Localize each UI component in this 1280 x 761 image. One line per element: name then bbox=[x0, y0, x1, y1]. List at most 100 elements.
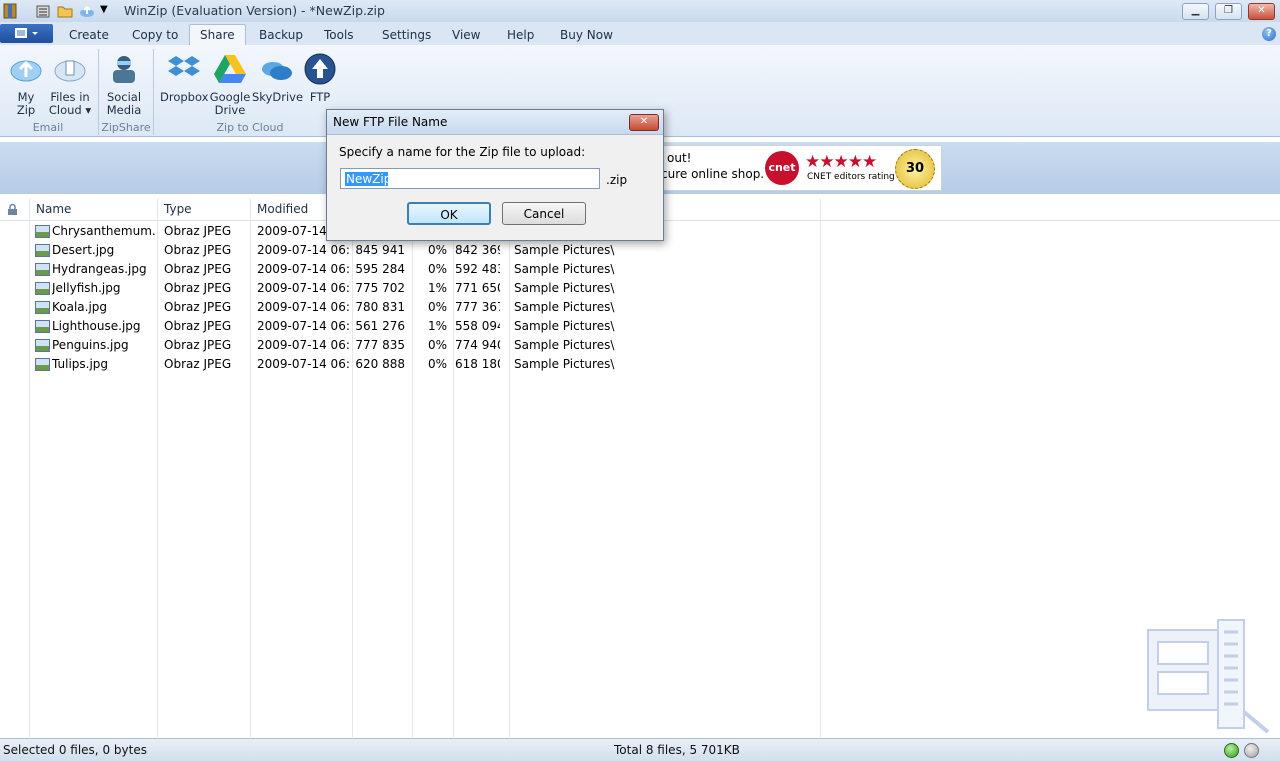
skydrive-icon bbox=[262, 62, 292, 80]
rating-stars-icon: ★★★★★ bbox=[805, 152, 877, 172]
tab-settings[interactable]: Settings bbox=[382, 28, 431, 42]
tab-backup[interactable]: Backup bbox=[259, 28, 303, 42]
advertisement[interactable]: out! cure online shop. cnet ★★★★★ CNET e… bbox=[640, 145, 942, 191]
group-label-email: Email bbox=[32, 121, 64, 134]
google-drive-label-2: Drive bbox=[214, 103, 246, 117]
window-title: WinZip (Evaluation Version) - *NewZip.zi… bbox=[124, 3, 385, 18]
tab-share[interactable]: Share bbox=[189, 24, 246, 47]
cell-packed: 777 367 bbox=[455, 300, 500, 314]
jpeg-file-icon bbox=[35, 320, 50, 333]
cell-type: Obraz JPEG bbox=[164, 224, 232, 238]
cell-ratio: 0% bbox=[427, 357, 447, 371]
cell-path: Sample Pictures\ bbox=[514, 243, 615, 257]
cell-type: Obraz JPEG bbox=[164, 338, 232, 352]
cell-modified: 2009-07-14 06:52 bbox=[257, 319, 349, 333]
dialog-close-button[interactable]: ✕ bbox=[629, 114, 659, 131]
tab-help[interactable]: Help bbox=[507, 28, 534, 42]
cell-name: Koala.jpg bbox=[52, 300, 108, 314]
cell-name: Lighthouse.jpg bbox=[52, 319, 141, 333]
table-row[interactable]: Jellyfish.jpg Obraz JPEG 2009-07-14 06:52 7… bbox=[0, 279, 820, 298]
cell-modified: 2009-07-14 06:52 bbox=[257, 338, 349, 352]
table-row[interactable]: Desert.jpg Obraz JPEG 2009-07-14 06:52 845 … bbox=[0, 241, 820, 260]
cell-path: Sample Pictures\ bbox=[514, 319, 615, 333]
cell-modified: 2009-07-14 06:52 bbox=[257, 357, 349, 371]
jpeg-file-icon bbox=[35, 282, 50, 295]
column-header-modified[interactable]: Modified bbox=[257, 202, 308, 216]
tab-view[interactable]: View bbox=[452, 28, 480, 42]
ftp-button[interactable]: FTP bbox=[302, 53, 338, 104]
jpeg-file-icon bbox=[35, 301, 50, 314]
jpeg-file-icon bbox=[35, 225, 50, 238]
cell-path: Sample Pictures\ bbox=[514, 338, 615, 352]
cell-size: 561 276 bbox=[355, 319, 405, 333]
file-name-selection: NewZip bbox=[345, 172, 391, 186]
table-row[interactable]: Penguins.jpg Obraz JPEG 2009-07-14 06:52 77… bbox=[0, 336, 820, 355]
title-bar: ▼ WinZip (Evaluation Version) - *NewZip.… bbox=[0, 0, 1280, 23]
social-media-icon bbox=[113, 56, 135, 83]
table-row[interactable]: Tulips.jpg Obraz JPEG 2009-07-14 06:52 620 … bbox=[0, 355, 820, 374]
ftp-label: FTP bbox=[309, 90, 331, 104]
files-in-cloud-button[interactable]: Files in Cloud ▾ bbox=[48, 53, 92, 117]
cell-packed: 618 180 bbox=[455, 357, 500, 371]
cell-ratio: 0% bbox=[427, 338, 447, 352]
jpeg-file-icon bbox=[35, 358, 50, 371]
group-separator bbox=[98, 49, 99, 135]
cell-name: Chrysanthemum.... bbox=[52, 224, 156, 238]
jpeg-file-icon bbox=[35, 244, 50, 257]
my-zip-button[interactable]: My Zip bbox=[8, 53, 44, 117]
cloud-files-icon bbox=[54, 60, 86, 82]
cell-path: Sample Pictures\ bbox=[514, 281, 615, 295]
cell-modified: 2009-07-14 06:52 bbox=[257, 262, 349, 276]
tab-copy-to[interactable]: Copy to bbox=[132, 28, 178, 42]
dialog-title: New FTP File Name bbox=[333, 115, 448, 129]
table-row[interactable]: Koala.jpg Obraz JPEG 2009-07-14 06:52 780 8… bbox=[0, 298, 820, 317]
help-icon[interactable]: ? bbox=[1262, 27, 1276, 41]
dialog-prompt: Specify a name for the Zip file to uploa… bbox=[339, 145, 586, 159]
cell-size: 780 831 bbox=[355, 300, 405, 314]
cancel-button[interactable]: Cancel bbox=[502, 202, 586, 225]
cell-size: 595 284 bbox=[355, 262, 405, 276]
qat-dropdown-icon[interactable]: ▼ bbox=[100, 4, 108, 15]
cnet-rating-label: CNET editors rating bbox=[807, 172, 895, 182]
social-media-button[interactable]: Social Media bbox=[104, 53, 144, 117]
app-menu-button[interactable] bbox=[0, 24, 53, 43]
ok-button[interactable]: OK bbox=[407, 202, 491, 225]
jpeg-file-icon bbox=[35, 339, 50, 352]
cell-size: 620 888 bbox=[355, 357, 405, 371]
table-row[interactable]: Hydrangeas.jpg Obraz JPEG 2009-07-14 06:52… bbox=[0, 260, 820, 279]
cell-type: Obraz JPEG bbox=[164, 262, 232, 276]
upload-cloud-icon[interactable] bbox=[79, 3, 95, 19]
tab-create[interactable]: Create bbox=[69, 28, 109, 42]
skydrive-label: SkyDrive bbox=[252, 90, 304, 104]
column-header-name[interactable]: Name bbox=[36, 202, 71, 216]
cell-name: Penguins.jpg bbox=[52, 338, 129, 352]
dropbox-icon bbox=[168, 56, 200, 76]
ad-text-2: cure online shop. bbox=[661, 167, 765, 181]
minimize-button[interactable]: ▁ bbox=[1182, 3, 1209, 20]
cell-type: Obraz JPEG bbox=[164, 243, 232, 257]
winzip-watermark-icon bbox=[1147, 619, 1270, 734]
winzip-app-icon[interactable] bbox=[2, 3, 18, 19]
cell-modified: 2009-07-14 06:52 bbox=[257, 243, 349, 257]
google-drive-button[interactable]: Google Drive bbox=[209, 53, 251, 117]
extract-icon[interactable] bbox=[35, 3, 51, 19]
cell-path: Sample Pictures\ bbox=[514, 262, 615, 276]
group-label-zipshare: ZipShare bbox=[101, 121, 151, 134]
restore-button[interactable]: ❐ bbox=[1215, 3, 1242, 20]
tab-buy-now[interactable]: Buy Now bbox=[560, 28, 613, 42]
lock-icon[interactable] bbox=[6, 203, 19, 216]
column-header-type[interactable]: Type bbox=[164, 202, 192, 216]
tab-tools[interactable]: Tools bbox=[324, 28, 354, 42]
ad-text-1: out! bbox=[667, 151, 692, 165]
table-row[interactable]: Lighthouse.jpg Obraz JPEG 2009-07-14 06:52… bbox=[0, 317, 820, 336]
open-folder-icon[interactable] bbox=[57, 3, 73, 19]
dropbox-button[interactable]: Dropbox bbox=[160, 53, 208, 104]
group-label-zip-to-cloud: Zip to Cloud bbox=[216, 121, 284, 134]
cell-packed: 774 940 bbox=[455, 338, 500, 352]
cell-name: Hydrangeas.jpg bbox=[52, 262, 147, 276]
cell-size: 845 941 bbox=[355, 243, 405, 257]
skydrive-button[interactable]: SkyDrive bbox=[252, 53, 304, 104]
cell-path: Sample Pictures\ bbox=[514, 357, 615, 371]
close-button[interactable]: ✕ bbox=[1248, 3, 1275, 20]
cell-ratio: 1% bbox=[427, 281, 447, 295]
